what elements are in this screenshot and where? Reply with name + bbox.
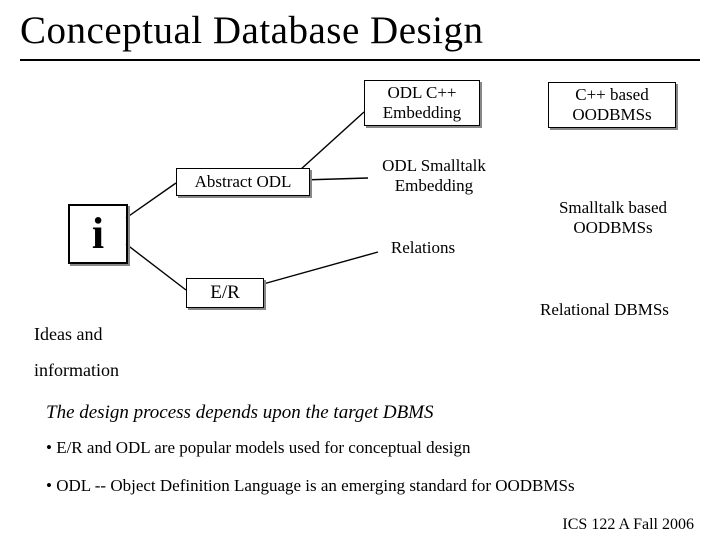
page-title: Conceptual Database Design [20, 8, 700, 53]
node-cpp-dbms: C++ based OODBMSs [548, 82, 676, 128]
note-line2: • E/R and ODL are popular models used fo… [46, 438, 471, 458]
label-information: information [34, 360, 119, 381]
footer-course: ICS 122 A Fall 2006 [562, 516, 694, 534]
node-relational-dbms: Relational DBMSs [540, 300, 700, 320]
label-ideas: Ideas and [34, 324, 102, 345]
node-odl-smalltalk: ODL Smalltalk Embedding [368, 156, 500, 195]
node-relations: Relations [378, 238, 468, 258]
connector-lines [0, 0, 720, 540]
node-smalltalk-dbms: Smalltalk based OODBMSs [540, 198, 686, 237]
node-er: E/R [186, 278, 264, 308]
info-icon-glyph: i [92, 212, 104, 256]
info-icon: i [68, 204, 128, 264]
note-line3: • ODL -- Object Definition Language is a… [46, 476, 575, 496]
node-abstract-odl: Abstract ODL [176, 168, 310, 196]
node-odl-cpp: ODL C++ Embedding [364, 80, 480, 126]
note-line1: The design process depends upon the targ… [46, 402, 434, 424]
